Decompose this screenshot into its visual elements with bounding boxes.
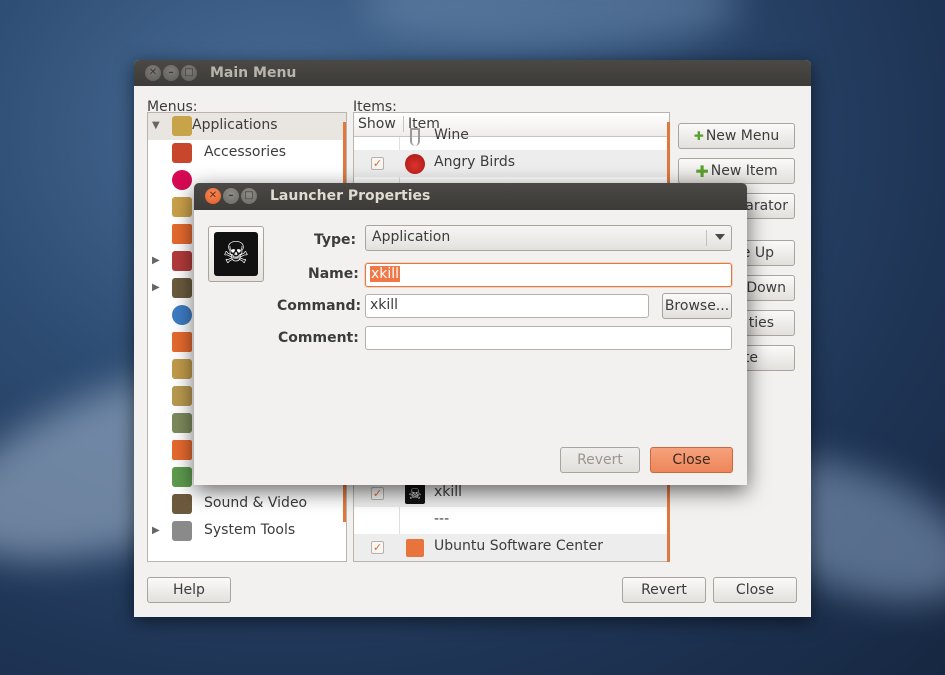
type-label: Type: — [314, 232, 357, 248]
tree-row[interactable]: Sound & Video — [148, 491, 346, 518]
main-menu-titlebar: ✕ – □ Main Menu — [134, 60, 811, 86]
dialog-maximize-button[interactable]: □ — [241, 188, 257, 204]
expander-closed-icon[interactable]: ▶ — [152, 525, 160, 536]
science-icon — [172, 467, 192, 487]
dialog-titlebar: ✕ – □ Launcher Properties — [194, 183, 747, 210]
revert-label: Revert — [641, 582, 687, 598]
folder-icon — [172, 224, 192, 244]
tree-row-label: Sound & Video — [204, 495, 308, 511]
graphics-tools-icon — [172, 278, 192, 298]
browse-button[interactable]: Browse... — [662, 293, 732, 319]
expander-closed-icon[interactable]: ▶ — [152, 282, 160, 293]
window-title: Main Menu — [210, 65, 297, 81]
browse-label: Browse... — [664, 298, 730, 314]
new-item-label: New Item — [710, 163, 778, 179]
education-icon — [172, 413, 192, 433]
accessories-icon — [172, 143, 192, 163]
tree-row-label: Accessories — [204, 144, 287, 160]
comment-label: Comment: — [278, 330, 359, 346]
item-row-label: xkill — [434, 484, 463, 500]
software-center-icon — [404, 537, 426, 559]
dialog-close-button-footer[interactable]: Close — [650, 447, 733, 473]
tree-row-label: Applications — [192, 117, 278, 133]
launcher-icon-button[interactable]: ☠ — [208, 226, 264, 282]
tree-row[interactable]: Accessories — [148, 140, 346, 167]
combo-separator — [706, 230, 707, 246]
expander-open-icon[interactable]: ▼ — [152, 120, 160, 131]
sound-video-icon — [172, 494, 192, 514]
dialog-minimize-button[interactable]: – — [223, 188, 239, 204]
item-row-label: Wine — [434, 127, 469, 143]
close-label: Close — [735, 582, 775, 598]
debian-icon — [172, 170, 192, 190]
new-menu-button[interactable]: ✚ New Menu — [678, 123, 795, 149]
wallpaper-streak — [360, 0, 740, 50]
close-button[interactable]: Close — [713, 577, 797, 603]
internet-icon — [172, 305, 192, 325]
games-icon — [172, 251, 192, 271]
new-item-button[interactable]: ✚ New Item — [678, 158, 795, 184]
type-combo-value: Application — [372, 229, 451, 245]
angry-birds-icon — [404, 153, 426, 175]
name-field[interactable]: xkill — [365, 263, 732, 287]
graphics-icon — [172, 197, 192, 217]
item-row-label: --- — [434, 511, 450, 527]
add-icon: ✚ — [695, 161, 709, 181]
chevron-down-icon — [715, 234, 725, 240]
system-tools-icon — [172, 521, 192, 541]
dialog-revert-label: Revert — [577, 452, 623, 468]
command-field[interactable]: xkill — [365, 294, 649, 318]
command-field-value: xkill — [370, 297, 399, 313]
wine-icon — [404, 126, 426, 148]
dialog-close-label: Close — [672, 452, 711, 468]
dialog-close-button[interactable]: ✕ — [205, 188, 221, 204]
type-combo[interactable]: Application — [365, 225, 732, 251]
item-row-label: Ubuntu Software Center — [434, 538, 603, 554]
window-maximize-button[interactable]: □ — [181, 65, 197, 81]
dialog-title: Launcher Properties — [270, 188, 431, 204]
help-button[interactable]: Help — [147, 577, 231, 603]
window-close-button[interactable]: ✕ — [145, 65, 161, 81]
item-row[interactable]: ✓ Angry Birds — [354, 150, 669, 177]
expander-closed-icon[interactable]: ▶ — [152, 255, 160, 266]
name-label: Name: — [308, 266, 359, 282]
show-checkbox[interactable]: ✓ — [371, 487, 384, 500]
command-label: Command: — [277, 298, 362, 314]
item-row-label: Angry Birds — [434, 154, 516, 170]
programming-icon — [172, 386, 192, 406]
new-menu-icon: ✚ — [693, 129, 704, 143]
show-checkbox[interactable]: ✓ — [371, 157, 384, 170]
new-menu-label: New Menu — [705, 128, 780, 144]
help-label: Help — [173, 582, 205, 598]
dialog-revert-button[interactable]: Revert — [560, 447, 640, 473]
tree-row[interactable]: ▶ System Tools — [148, 518, 346, 545]
show-checkbox[interactable]: ✓ — [371, 541, 384, 554]
new-separator-label: arator — [745, 198, 788, 214]
item-row[interactable]: ✓ Ubuntu Software Center — [354, 534, 669, 561]
move-down-label: Down — [746, 280, 786, 296]
item-row[interactable]: --- — [354, 507, 669, 534]
applications-icon — [172, 116, 192, 136]
tree-row-label: System Tools — [204, 522, 296, 538]
folder-icon — [172, 440, 192, 460]
revert-button[interactable]: Revert — [622, 577, 706, 603]
skull-icon: ☠ — [214, 232, 258, 276]
skull-icon: ☠ — [404, 483, 426, 505]
office-icon — [172, 359, 192, 379]
launcher-properties-dialog: ✕ – □ Launcher Properties ☠ Type: Applic… — [194, 183, 747, 485]
comment-field[interactable] — [365, 326, 732, 350]
window-minimize-button[interactable]: – — [163, 65, 179, 81]
properties-label: ties — [748, 315, 774, 331]
folder-icon — [172, 332, 192, 352]
name-field-selected-text: xkill — [370, 266, 401, 282]
item-row[interactable]: Wine — [354, 123, 669, 150]
tree-row[interactable]: ▼ Applications — [148, 113, 346, 140]
